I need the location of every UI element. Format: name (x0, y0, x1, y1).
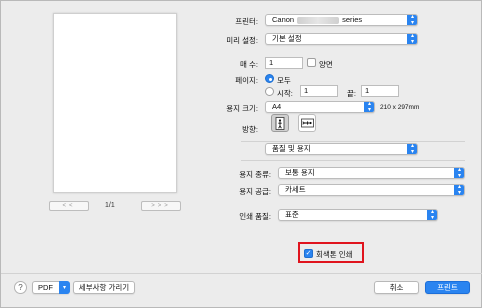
orientation-label: 방향: (242, 125, 258, 134)
help-button[interactable]: ? (14, 281, 27, 294)
printer-name-redacted (297, 16, 340, 24)
copies-label: 매 수: (240, 60, 258, 69)
landscape-icon (300, 118, 314, 128)
pages-to-field[interactable]: 1 (361, 85, 399, 97)
print-quality-label: 인쇄 품질: (239, 212, 271, 221)
pages-from-field[interactable]: 1 (300, 85, 338, 97)
print-quality-value: 표준 (285, 210, 299, 219)
pages-label: 페이지: (235, 76, 258, 85)
paper-size-dimensions: 210 x 297mm (380, 104, 420, 111)
last-page-label: >> (157, 203, 171, 209)
separator (241, 141, 465, 142)
paper-size-label: 용지 크기: (226, 104, 258, 113)
pages-all-label: 모두 (277, 76, 291, 85)
portrait-button[interactable] (271, 114, 289, 132)
pdf-menu-button[interactable]: PDF ▾ (32, 281, 70, 294)
page-indicator: 1/1 (105, 202, 115, 209)
separator (241, 160, 465, 161)
popup-arrows-icon: ▴ ▾ (364, 102, 374, 112)
paper-size-value: A4 (272, 102, 282, 111)
print-preview (53, 13, 177, 193)
copies-field[interactable]: 1 (265, 57, 303, 69)
pages-from-label: 시작: (277, 89, 293, 98)
popup-arrows-icon: ▴ ▾ (427, 210, 437, 220)
duplex-checkbox[interactable] (307, 58, 316, 67)
presets-popup[interactable]: 기본 설정 ▴ ▾ (265, 33, 418, 45)
section-popup[interactable]: 품질 및 용지 ▴ ▾ (265, 143, 418, 155)
pages-to-label: 끝: (347, 89, 356, 98)
section-value: 품질 및 용지 (272, 144, 311, 153)
grayscale-checkbox[interactable]: ✓ (304, 249, 313, 258)
popup-arrows-icon: ▴ ▾ (407, 15, 417, 25)
first-page-button[interactable]: << (49, 201, 89, 211)
paper-source-label: 용지 공급: (239, 187, 271, 196)
presets-value: 기본 설정 (272, 34, 302, 43)
popup-arrows-icon: ▴ ▾ (407, 34, 417, 44)
pages-range-radio[interactable] (265, 87, 274, 96)
popup-arrows-icon: ▴ ▾ (407, 144, 417, 154)
media-type-popup[interactable]: 보통 용지 ▴ ▾ (278, 167, 465, 179)
pdf-label: PDF (38, 283, 53, 292)
popup-arrows-icon: ▴ ▾ (454, 168, 464, 178)
paper-source-popup[interactable]: 카세트 ▴ ▾ (278, 184, 465, 196)
next-page-button[interactable]: > >> (141, 201, 181, 211)
cancel-button[interactable]: 취소 (374, 281, 419, 294)
pages-all-radio[interactable] (265, 74, 274, 83)
presets-label: 미리 설정: (226, 36, 258, 45)
print-quality-popup[interactable]: 표준 ▴ ▾ (278, 209, 438, 221)
paper-source-value: 카세트 (285, 185, 306, 194)
media-type-label: 용지 종류: (239, 170, 271, 179)
chevron-down-icon: ▾ (59, 281, 70, 294)
landscape-button[interactable] (298, 114, 316, 132)
media-type-value: 보통 용지 (285, 168, 315, 177)
duplex-label: 양면 (319, 60, 333, 69)
hide-details-button[interactable]: 세부사항 가리기 (73, 281, 135, 294)
portrait-icon (275, 116, 285, 130)
printer-name-suffix: series (342, 15, 363, 24)
print-button[interactable]: 프린트 (425, 281, 470, 294)
grayscale-label: 회색톤 인쇄 (316, 250, 353, 259)
printer-popup[interactable]: Canon series ▴ ▾ (265, 14, 418, 26)
paper-size-popup[interactable]: A4 ▴ ▾ (265, 101, 375, 113)
printer-name-prefix: Canon (272, 15, 295, 24)
print-dialog: << < 1/1 > >> 프린터: Canonseries ▴▾ 미리 설정:… (0, 0, 482, 308)
printer-label: 프린터: (235, 17, 258, 26)
popup-arrows-icon: ▴ ▾ (454, 185, 464, 195)
footer-separator (1, 273, 482, 274)
